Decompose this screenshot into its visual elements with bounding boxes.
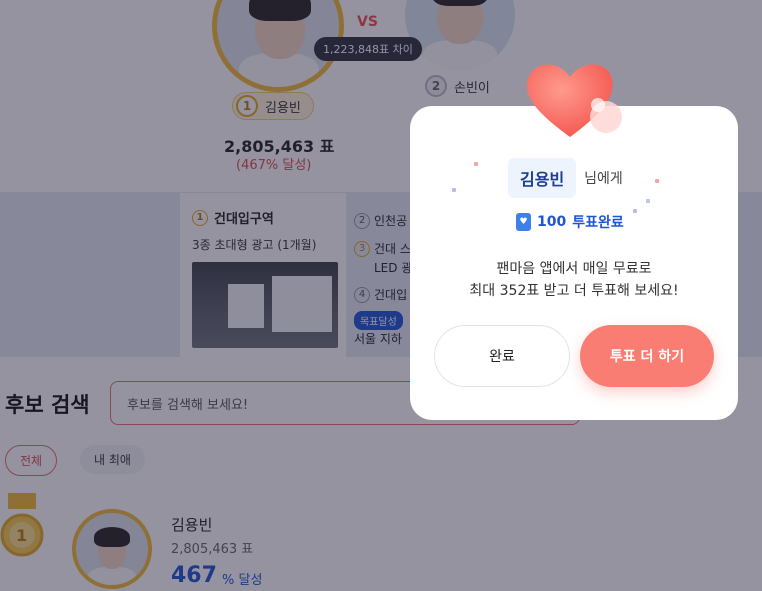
vote-done-row: ♥ 100 투표완료 [516,212,624,232]
confetti [646,199,650,203]
name-suffix: 님에게 [584,171,623,187]
confetti [474,162,478,166]
heart-icon [520,55,630,147]
confetti [452,188,456,192]
recipient-row: 김용빈 님에게 [508,158,623,198]
promo-message: 팬마음 앱에서 매일 무료로 최대 352표 받고 더 투표해 보세요! [430,258,718,302]
vote-ticket-icon: ♥ [516,213,531,231]
candidate-name-chip: 김용빈 [508,158,577,198]
vote-count: 100 [537,214,567,230]
promo-line-2: 최대 352표 받고 더 투표해 보세요! [469,283,679,299]
promo-line-1: 팬마음 앱에서 매일 무료로 [496,261,652,277]
vote-more-button[interactable]: 투표 더 하기 [580,325,714,387]
confetti [633,209,637,213]
done-button[interactable]: 완료 [434,325,570,387]
vote-done-label: 투표완료 [572,215,624,231]
confetti [655,179,659,183]
